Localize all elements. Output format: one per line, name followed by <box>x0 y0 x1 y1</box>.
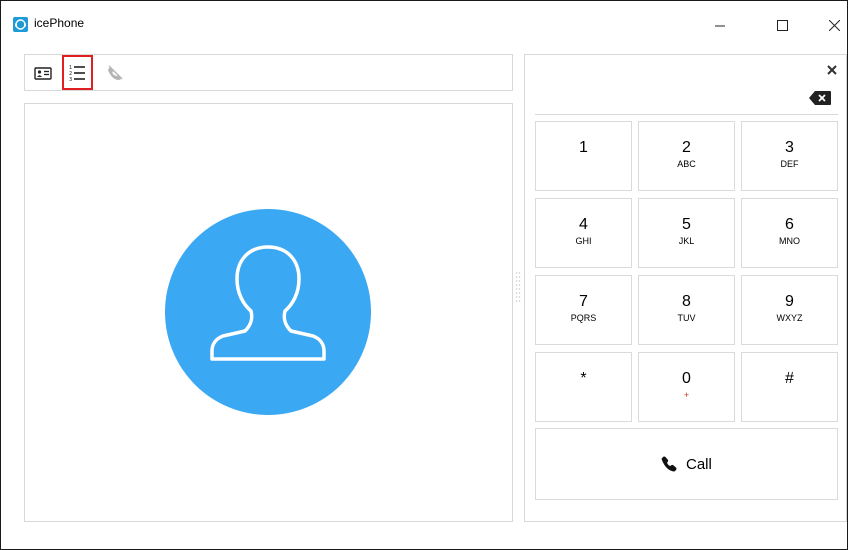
dial-key-5[interactable]: 5 JKL <box>638 198 735 268</box>
call-history-button[interactable]: 1 2 3 <box>62 55 93 90</box>
call-button[interactable]: Call <box>535 428 838 500</box>
key-digit: 1 <box>579 139 588 156</box>
contact-card-icon <box>34 67 52 80</box>
dial-key-1[interactable]: 1 <box>535 121 632 191</box>
numbered-list-icon: 1 2 3 <box>69 65 85 83</box>
dial-key-8[interactable]: 8 TUV <box>638 275 735 345</box>
maximize-icon <box>777 20 788 31</box>
key-digit: 4 <box>579 216 588 233</box>
key-letters: JKL <box>678 236 695 246</box>
panel-splitter[interactable] <box>515 271 521 305</box>
close-dialpad-button[interactable] <box>825 63 839 77</box>
key-digit: 3 <box>785 139 794 156</box>
grip-icon <box>515 272 521 302</box>
key-letters: + <box>683 390 690 400</box>
key-digit: 8 <box>682 293 691 310</box>
minimize-button[interactable] <box>697 9 743 41</box>
avatar <box>165 209 371 415</box>
key-letters: MNO <box>779 236 800 246</box>
dial-key-9[interactable]: 9 WXYZ <box>741 275 838 345</box>
key-letters: ABC <box>677 159 696 169</box>
contact-avatar-panel <box>24 103 513 522</box>
dialpad-panel: 1 2 ABC 3 DEF 4 GHI 5 JKL 6 MNO 7 PQRS 8… <box>524 54 847 522</box>
person-silhouette-icon <box>210 245 326 361</box>
phone-icon <box>661 456 677 472</box>
toolbar: 1 2 3 <box>24 54 513 91</box>
dial-key-star[interactable]: * <box>535 352 632 422</box>
call-label: Call <box>686 455 712 473</box>
key-digit: 5 <box>682 216 691 233</box>
key-letters: WXYZ <box>776 313 803 323</box>
key-letters: DEF <box>780 159 799 169</box>
maximize-button[interactable] <box>759 9 805 41</box>
key-letters: PQRS <box>570 313 597 323</box>
dial-number-input[interactable] <box>535 114 838 115</box>
muted-phone-icon <box>108 65 123 80</box>
app-window: icePhone 1 2 3 1 2 ABC 3 DEF 4 GHI 5 JKL… <box>0 0 848 550</box>
key-digit: # <box>785 370 794 387</box>
key-digit: * <box>580 370 587 387</box>
dial-key-7[interactable]: 7 PQRS <box>535 275 632 345</box>
app-logo-icon <box>13 17 28 32</box>
minimize-icon <box>715 25 725 27</box>
dial-key-3[interactable]: 3 DEF <box>741 121 838 191</box>
contacts-button[interactable] <box>28 57 58 93</box>
key-digit: 2 <box>682 139 691 156</box>
mute-button[interactable] <box>100 57 130 93</box>
dial-key-hash[interactable]: # <box>741 352 838 422</box>
key-digit: 9 <box>785 293 794 310</box>
backspace-icon <box>809 91 831 105</box>
dial-key-0[interactable]: 0 + <box>638 352 735 422</box>
key-letters: TUV <box>677 313 696 323</box>
backspace-button[interactable] <box>808 90 832 106</box>
window-title: icePhone <box>34 16 85 30</box>
dial-key-2[interactable]: 2 ABC <box>638 121 735 191</box>
close-icon <box>829 20 840 31</box>
close-icon <box>827 65 837 75</box>
close-window-button[interactable] <box>811 9 848 41</box>
dial-key-4[interactable]: 4 GHI <box>535 198 632 268</box>
key-digit: 7 <box>579 293 588 310</box>
key-digit: 0 <box>682 370 691 387</box>
dial-key-6[interactable]: 6 MNO <box>741 198 838 268</box>
svg-text:3: 3 <box>69 77 72 83</box>
title-bar: icePhone <box>1 1 847 42</box>
key-letters: GHI <box>575 236 592 246</box>
key-digit: 6 <box>785 216 794 233</box>
